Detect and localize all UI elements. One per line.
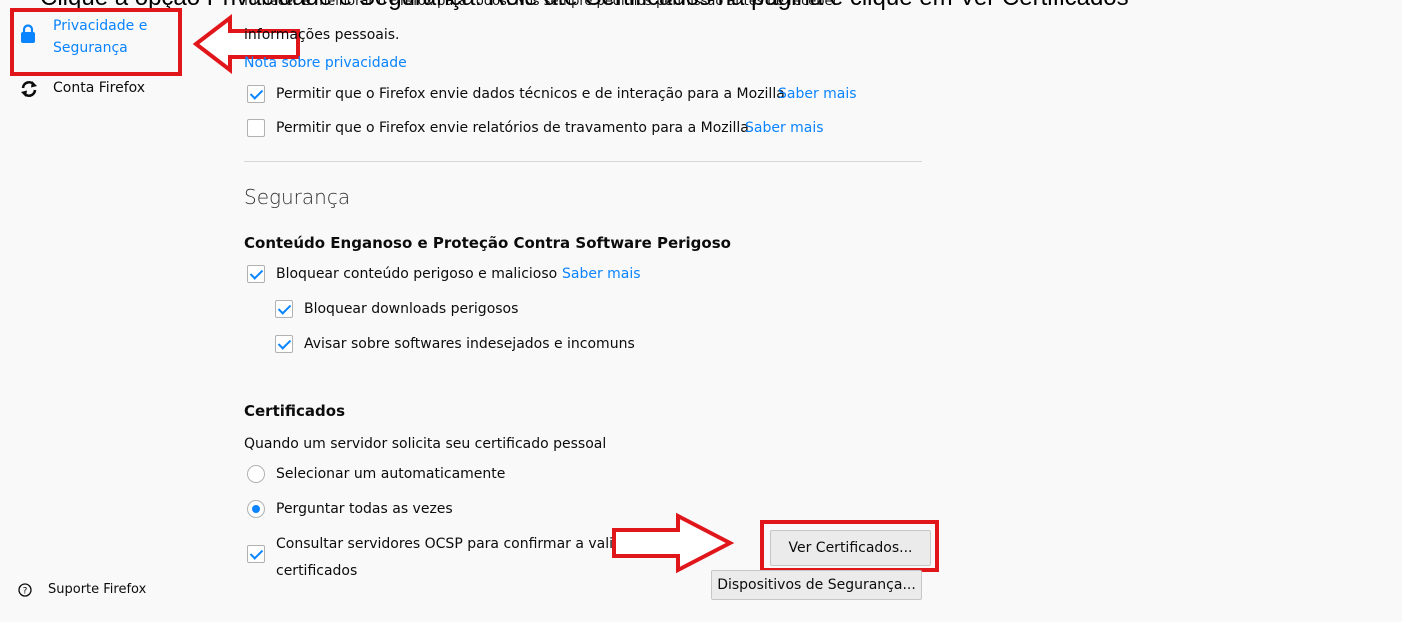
ocsp-label-line2[interactable]: certificados	[276, 563, 357, 579]
block-dangerous-checkbox[interactable]	[247, 265, 265, 283]
block-dangerous-learn-more-link[interactable]: Saber mais	[562, 266, 641, 282]
sidebar-item-support[interactable]: ? Suporte Firefox	[18, 580, 178, 602]
technical-data-label[interactable]: Permitir que o Firefox envie dados técni…	[276, 86, 785, 102]
warn-unwanted-checkbox[interactable]	[275, 335, 293, 353]
crash-reports-learn-more-link[interactable]: Saber mais	[745, 120, 824, 136]
crash-reports-label[interactable]: Permitir que o Firefox envie relatórios …	[276, 120, 749, 136]
auto-select-label[interactable]: Selecionar um automaticamente	[276, 466, 505, 482]
security-section-title: Segurança	[244, 185, 351, 209]
certificates-question: Quando um servidor solicita seu certific…	[244, 436, 607, 452]
security-devices-button[interactable]: Dispositivos de Segurança...	[711, 570, 922, 600]
ask-every-time-radio[interactable]	[247, 500, 265, 518]
data-collection-info-text: informações pessoais.	[244, 27, 400, 43]
certificates-heading: Certificados	[244, 402, 345, 420]
block-downloads-checkbox[interactable]	[275, 300, 293, 318]
svg-text:?: ?	[23, 587, 28, 597]
annotation-box-privacy	[10, 8, 182, 76]
ask-every-time-label[interactable]: Perguntar todas as vezes	[276, 501, 453, 517]
sidebar-item-account[interactable]: Conta Firefox	[18, 78, 178, 102]
technical-data-checkbox[interactable]	[247, 85, 265, 103]
annotation-arrow-right	[612, 512, 735, 574]
block-dangerous-label[interactable]: Bloquear conteúdo perigoso e malicioso	[276, 266, 557, 282]
crash-reports-checkbox[interactable]	[247, 119, 265, 137]
sidebar-item-support-label: Suporte Firefox	[48, 582, 147, 597]
deceptive-content-heading: Conteúdo Enganoso e Proteção Contra Soft…	[244, 234, 731, 252]
technical-data-learn-more-link[interactable]: Saber mais	[778, 86, 857, 102]
sidebar-item-account-label: Conta Firefox	[53, 80, 146, 96]
privacy-notice-link[interactable]: Nota sobre privacidade	[244, 55, 407, 71]
ocsp-checkbox[interactable]	[247, 545, 265, 563]
auto-select-radio[interactable]	[247, 465, 265, 483]
section-divider	[244, 161, 922, 162]
warn-unwanted-label[interactable]: Avisar sobre softwares indesejados e inc…	[304, 336, 635, 352]
data-collection-description: fornecer e melhorar o Firefox para todos…	[244, 0, 838, 8]
help-icon: ?	[18, 583, 32, 597]
sync-icon	[21, 81, 37, 97]
block-downloads-label[interactable]: Bloquear downloads perigosos	[304, 301, 518, 317]
annotation-box-view-certificates	[760, 520, 939, 572]
